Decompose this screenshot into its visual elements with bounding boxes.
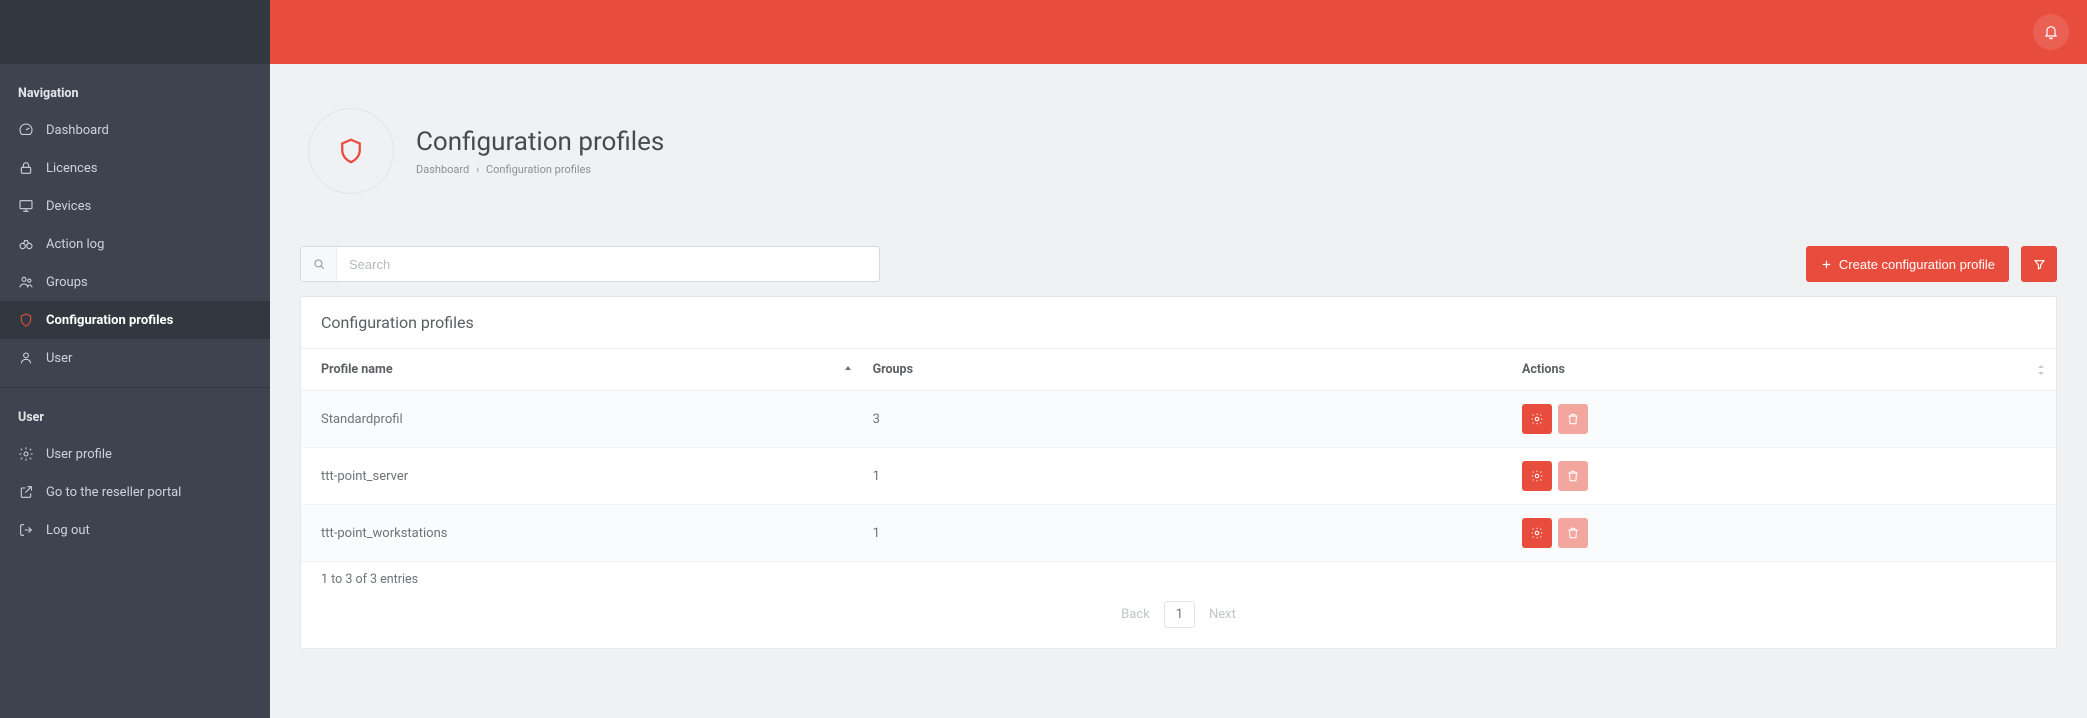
- panel-footer: 1 to 3 of 3 entries Back 1 Next: [301, 562, 2056, 648]
- filter-icon: [2033, 258, 2046, 271]
- gauge-icon: [18, 122, 34, 138]
- cell-groups: 1: [863, 505, 1512, 562]
- breadcrumb: Dashboard › Configuration profiles: [416, 163, 664, 176]
- profiles-panel: Configuration profiles Profile name Grou…: [300, 296, 2057, 649]
- cell-profile-name: ttt-point_server: [301, 448, 863, 505]
- table-row: ttt-point_server 1: [301, 448, 2056, 505]
- shield-icon: [336, 136, 366, 166]
- sort-asc-icon: [843, 364, 853, 376]
- search-input[interactable]: [337, 247, 879, 281]
- col-profile-name[interactable]: Profile name: [301, 349, 863, 391]
- delete-button: [1558, 461, 1588, 491]
- users-icon: [18, 274, 34, 290]
- panel-title: Configuration profiles: [301, 297, 2056, 349]
- sidebar-item-devices[interactable]: Devices: [0, 187, 270, 225]
- gear-icon: [18, 446, 34, 462]
- gear-icon: [1530, 412, 1544, 426]
- sidebar-item-label: Licences: [46, 161, 97, 176]
- user-icon: [18, 350, 34, 366]
- sidebar-item-user[interactable]: User: [0, 339, 270, 377]
- delete-button: [1558, 518, 1588, 548]
- page-header: Configuration profiles Dashboard › Confi…: [270, 64, 2087, 246]
- sidebar-item-label: Configuration profiles: [46, 313, 173, 328]
- external-icon: [18, 484, 34, 500]
- search-box: [300, 246, 880, 282]
- lock-icon: [18, 160, 34, 176]
- create-profile-button[interactable]: Create configuration profile: [1806, 246, 2009, 282]
- breadcrumb-dashboard[interactable]: Dashboard: [416, 163, 469, 176]
- pagination-back[interactable]: Back: [1121, 607, 1150, 622]
- notifications-button[interactable]: [2033, 14, 2069, 50]
- search-icon: [312, 257, 326, 271]
- sidebar-item-groups[interactable]: Groups: [0, 263, 270, 301]
- edit-button[interactable]: [1522, 461, 1552, 491]
- cell-groups: 3: [863, 391, 1512, 448]
- sidebar-item-action-log[interactable]: Action log: [0, 225, 270, 263]
- shield-icon: [18, 312, 34, 328]
- sidebar-item-dashboard[interactable]: Dashboard: [0, 111, 270, 149]
- col-actions[interactable]: Actions: [1512, 349, 2056, 391]
- sidebar-item-user-profile[interactable]: User profile: [0, 435, 270, 473]
- create-profile-label: Create configuration profile: [1839, 257, 1995, 272]
- sidebar-item-logout[interactable]: Log out: [0, 511, 270, 549]
- sidebar-item-label: Dashboard: [46, 123, 109, 138]
- breadcrumb-separator: ›: [476, 163, 479, 176]
- filter-button[interactable]: [2021, 246, 2057, 282]
- page-icon: [308, 108, 394, 194]
- sidebar-section-navigation: Navigation: [0, 64, 270, 111]
- trash-icon: [1566, 412, 1580, 426]
- toolbar: Create configuration profile: [270, 246, 2087, 282]
- sidebar: Navigation Dashboard Licences Devices Ac…: [0, 0, 270, 718]
- sort-both-icon: [2036, 364, 2046, 376]
- sidebar-item-reseller-portal[interactable]: Go to the reseller portal: [0, 473, 270, 511]
- gear-icon: [1530, 526, 1544, 540]
- sidebar-item-licences[interactable]: Licences: [0, 149, 270, 187]
- cell-profile-name: Standardprofil: [301, 391, 863, 448]
- cell-groups: 1: [863, 448, 1512, 505]
- monitor-icon: [18, 198, 34, 214]
- sidebar-item-label: User: [46, 351, 72, 366]
- cell-profile-name: ttt-point_workstations: [301, 505, 863, 562]
- breadcrumb-current: Configuration profiles: [486, 163, 591, 176]
- entries-text: 1 to 3 of 3 entries: [321, 572, 2036, 587]
- search-icon-box: [301, 247, 337, 281]
- plus-icon: [1820, 258, 1833, 271]
- gear-icon: [1530, 469, 1544, 483]
- sidebar-section-user: User: [0, 388, 270, 435]
- table-row: Standardprofil 3: [301, 391, 2056, 448]
- main: Configuration profiles Dashboard › Confi…: [270, 0, 2087, 718]
- sidebar-item-label: Action log: [46, 237, 104, 252]
- col-groups[interactable]: Groups: [863, 349, 1512, 391]
- sidebar-item-label: User profile: [46, 447, 112, 462]
- table-row: ttt-point_workstations 1: [301, 505, 2056, 562]
- topbar: [270, 0, 2087, 64]
- sidebar-item-label: Log out: [46, 523, 90, 538]
- edit-button[interactable]: [1522, 518, 1552, 548]
- binoculars-icon: [18, 236, 34, 252]
- profiles-table: Profile name Groups Actions: [301, 349, 2056, 562]
- pagination-next[interactable]: Next: [1209, 607, 1236, 622]
- sidebar-item-label: Go to the reseller portal: [46, 485, 181, 500]
- page-title: Configuration profiles: [416, 127, 664, 157]
- sidebar-item-label: Devices: [46, 199, 91, 214]
- pagination-page[interactable]: 1: [1164, 601, 1195, 628]
- trash-icon: [1566, 469, 1580, 483]
- delete-button: [1558, 404, 1588, 434]
- bell-icon: [2043, 24, 2059, 40]
- sidebar-item-configuration-profiles[interactable]: Configuration profiles: [0, 301, 270, 339]
- trash-icon: [1566, 526, 1580, 540]
- pagination: Back 1 Next: [321, 601, 2036, 628]
- brand-area: [0, 0, 270, 64]
- edit-button[interactable]: [1522, 404, 1552, 434]
- logout-icon: [18, 522, 34, 538]
- sidebar-item-label: Groups: [46, 275, 88, 290]
